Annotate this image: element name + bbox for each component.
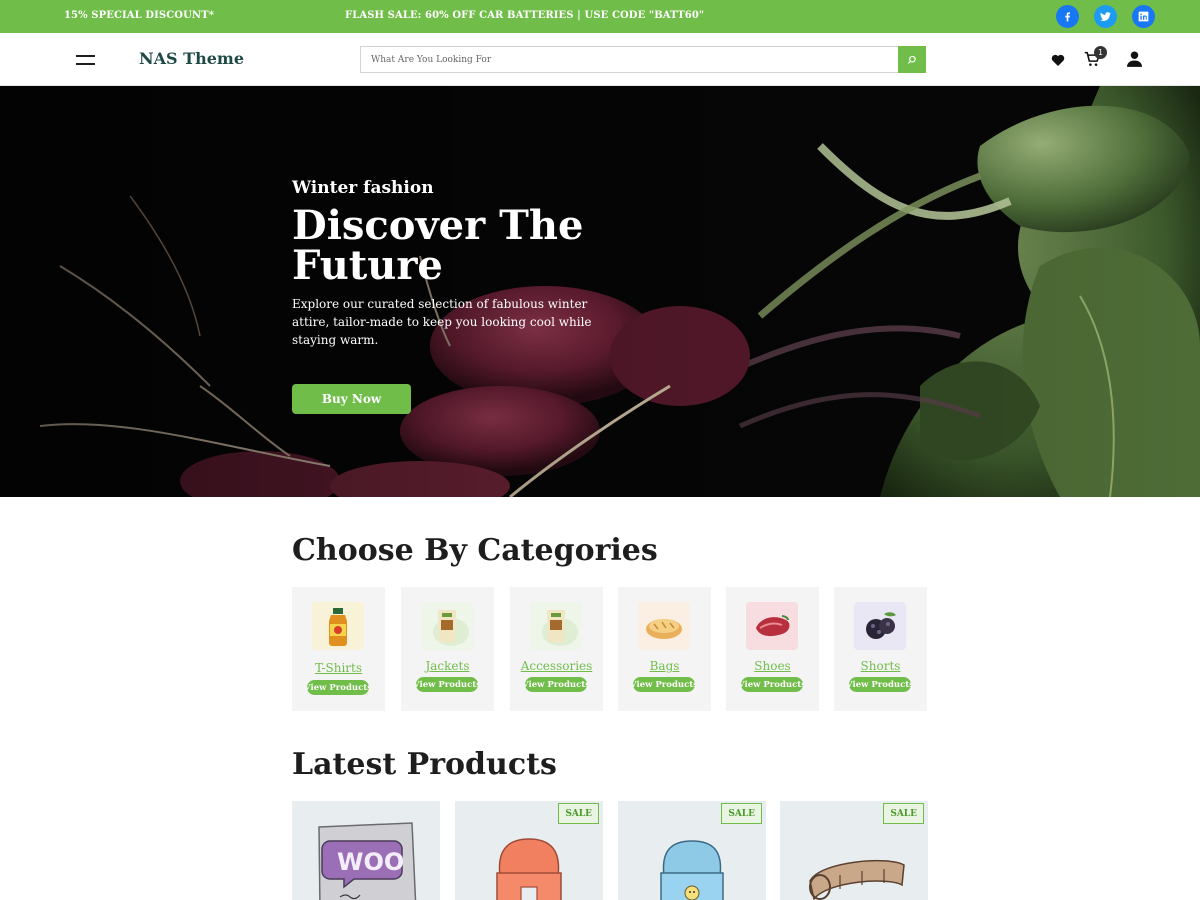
svg-text:WOO: WOO — [337, 848, 404, 876]
menu-icon[interactable] — [76, 53, 96, 67]
woo-album-icon: WOO — [318, 822, 417, 900]
user-icon[interactable] — [1127, 51, 1142, 67]
view-products-button[interactable]: View Products — [633, 677, 695, 692]
category-card[interactable]: T-Shirts View Products — [292, 587, 385, 711]
product-card[interactable]: SALE — [455, 801, 603, 900]
view-products-button[interactable]: View Products — [849, 677, 911, 692]
category-name[interactable]: Bags — [618, 659, 711, 673]
snack-pack-icon — [421, 602, 473, 650]
category-name[interactable]: Shoes — [726, 659, 819, 673]
discount-text: 15% SPECIAL DISCOUNT* — [64, 10, 215, 21]
search-input[interactable] — [361, 47, 899, 72]
snack-pack-icon — [530, 602, 582, 650]
buy-now-button[interactable]: Buy Now — [292, 384, 411, 414]
sale-badge: SALE — [721, 803, 762, 824]
hero-description: Explore our curated selection of fabulou… — [292, 297, 592, 347]
cart-count-badge: 1 — [1094, 46, 1107, 59]
view-products-button[interactable]: View Products — [416, 677, 478, 692]
category-card[interactable]: Jackets View Products — [401, 587, 494, 711]
juice-bottle-icon — [312, 602, 364, 650]
product-card[interactable]: WOO — [292, 801, 440, 900]
hero-title: Discover The Future — [292, 202, 584, 289]
search-button[interactable] — [898, 46, 926, 73]
sale-badge: SALE — [883, 803, 924, 824]
site-header: NAS Theme 1 — [0, 33, 1200, 86]
twitter-icon[interactable] — [1094, 5, 1117, 28]
radish-hero-image — [0, 86, 1200, 497]
promo-bar: 15% SPECIAL DISCOUNT* FLASH SALE: 60% OF… — [0, 0, 1200, 33]
hero-banner: Winter fashion Discover The Future Explo… — [0, 86, 1200, 497]
linkedin-icon[interactable] — [1132, 5, 1155, 28]
category-card[interactable]: Shoes View Products — [726, 587, 819, 711]
categories-heading: Choose By Categories — [292, 533, 658, 568]
category-card[interactable]: Accessories View Products — [510, 587, 603, 711]
category-card[interactable]: Bags View Products — [618, 587, 711, 711]
view-products-button[interactable]: View Products — [307, 680, 369, 695]
latest-products-heading: Latest Products — [292, 747, 557, 782]
search-bar — [360, 46, 926, 73]
sale-badge: SALE — [558, 803, 599, 824]
product-card[interactable]: SALE — [618, 801, 766, 900]
heart-icon[interactable] — [1051, 54, 1065, 66]
category-name[interactable]: Accessories — [510, 659, 603, 673]
search-icon — [907, 55, 916, 64]
bread-icon — [638, 602, 690, 650]
category-name[interactable]: T-Shirts — [292, 661, 385, 675]
meat-icon — [746, 602, 798, 650]
category-name[interactable]: Jackets — [401, 659, 494, 673]
hero-subtitle: Winter fashion — [292, 178, 434, 198]
category-card[interactable]: Shorts View Products — [834, 587, 927, 711]
product-card[interactable]: SALE — [780, 801, 928, 900]
view-products-button[interactable]: View Products — [741, 677, 803, 692]
site-logo[interactable]: NAS Theme — [139, 49, 244, 68]
view-products-button[interactable]: View Products — [525, 677, 587, 692]
category-name[interactable]: Shorts — [834, 659, 927, 673]
blackberry-icon — [854, 602, 906, 650]
flash-sale-text: FLASH SALE: 60% OFF CAR BATTERIES | USE … — [345, 10, 705, 21]
facebook-icon[interactable] — [1056, 5, 1079, 28]
